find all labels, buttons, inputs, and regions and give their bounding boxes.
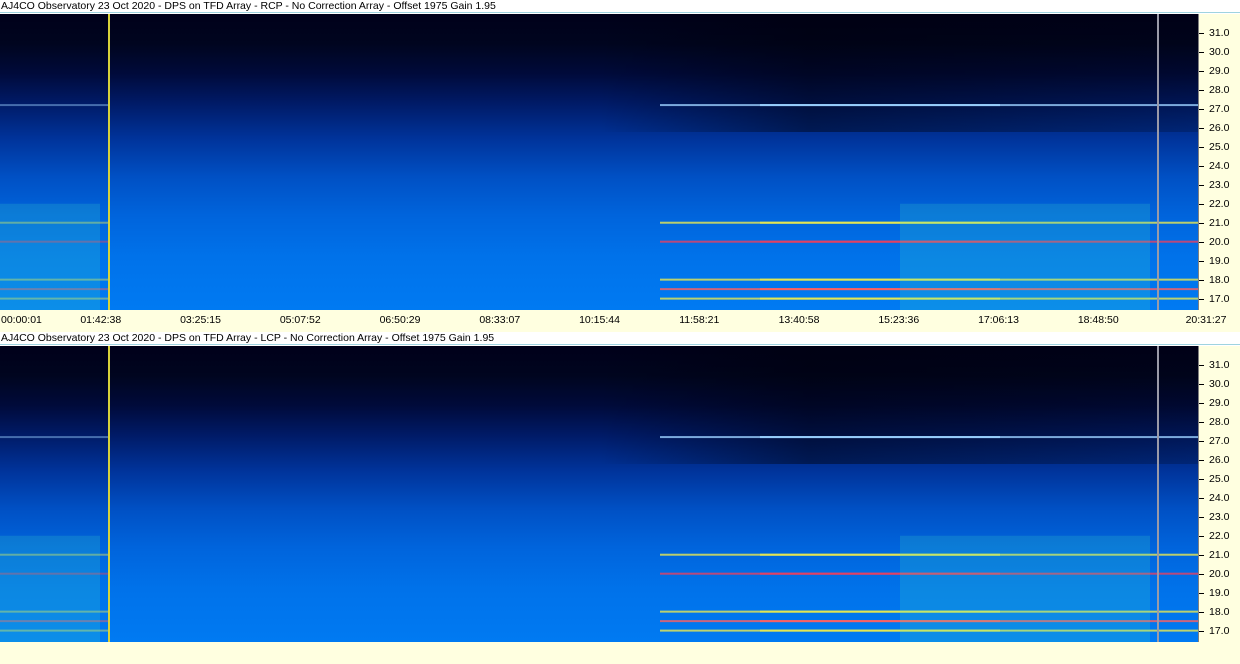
emission-glow [0, 203, 100, 310]
y-tick-label: 28.0 [1209, 83, 1230, 96]
y-tick-label: 25.0 [1209, 472, 1230, 485]
y-tick-label: 18.0 [1209, 273, 1230, 286]
x-tick-label: 08:33:07 [479, 314, 521, 326]
time-marker-yellow[interactable] [108, 346, 110, 642]
y-tick [1199, 592, 1204, 594]
y-tick-label: 27.0 [1209, 102, 1230, 115]
y-tick [1199, 383, 1204, 385]
bottom-strip [0, 642, 1240, 664]
y-tick-label: 28.0 [1209, 415, 1230, 428]
y-tick [1199, 203, 1204, 205]
y-tick [1199, 298, 1204, 300]
y-tick-label: 24.0 [1209, 159, 1230, 172]
y-tick [1199, 630, 1204, 632]
x-tick-label: 01:42:38 [80, 314, 122, 326]
y-tick-label: 20.0 [1209, 567, 1230, 580]
x-tick-label: 10:15:44 [579, 314, 620, 326]
y-tick [1199, 108, 1204, 110]
y-tick [1199, 573, 1204, 575]
x-tick-label: 06:50:29 [379, 314, 421, 326]
y-tick [1199, 279, 1204, 281]
emission-band [760, 104, 1000, 107]
y-tick [1199, 89, 1204, 91]
y-tick-label: 25.0 [1209, 140, 1230, 153]
rcp-bands [0, 104, 1198, 310]
y-tick-label: 22.0 [1209, 529, 1230, 542]
y-tick-label: 17.0 [1209, 292, 1230, 305]
y-tick [1199, 611, 1204, 613]
emission-band [0, 104, 110, 107]
time-marker-yellow[interactable] [108, 14, 110, 310]
y-tick-label: 26.0 [1209, 121, 1230, 134]
y-tick [1199, 32, 1204, 34]
lcp-bands [0, 436, 1198, 642]
y-tick-label: 26.0 [1209, 453, 1230, 466]
y-tick-label: 31.0 [1209, 26, 1230, 39]
frequency-axis-lcp: 31.0 30.0 29.0 28.0 27.0 26.0 25.0 24.0 23.0 22.0… [1198, 346, 1240, 642]
x-tick-label: 18:48:50 [1077, 314, 1119, 326]
x-tick-label: 15:23:36 [878, 314, 920, 326]
x-tick-label: 13:40:58 [778, 314, 820, 326]
x-tick-label: 03:25:15 [180, 314, 221, 326]
y-tick-label: 30.0 [1209, 377, 1230, 390]
y-tick-label: 18.0 [1209, 605, 1230, 618]
y-tick-label: 19.0 [1209, 254, 1230, 267]
y-tick-label: 21.0 [1209, 548, 1230, 561]
spectrogram-rcp[interactable] [0, 14, 1198, 310]
y-tick [1199, 146, 1204, 148]
y-tick [1199, 165, 1204, 167]
y-tick [1199, 70, 1204, 72]
y-tick [1199, 554, 1204, 556]
y-tick [1199, 364, 1204, 366]
x-tick-label: 00:00:01 [1, 314, 42, 326]
panel-title-rcp: AJ4CO Observatory 23 Oct 2020 - DPS on T… [0, 0, 1240, 13]
y-tick-label: 30.0 [1209, 45, 1230, 58]
emission-band [0, 436, 110, 439]
emission-glow [0, 535, 100, 642]
y-tick [1199, 497, 1204, 499]
time-marker-grey[interactable] [1157, 346, 1159, 642]
y-tick [1199, 459, 1204, 461]
y-tick-label: 27.0 [1209, 434, 1230, 447]
frequency-axis-rcp: 31.0 30.0 29.0 28.0 27.0 26.0 25.0 24.0 23.0 22.0… [1198, 14, 1240, 310]
y-tick-label: 29.0 [1209, 396, 1230, 409]
y-tick-label: 24.0 [1209, 491, 1230, 504]
y-tick [1199, 535, 1204, 537]
y-tick [1199, 222, 1204, 224]
y-tick [1199, 260, 1204, 262]
time-marker-grey[interactable] [1157, 14, 1159, 310]
emission-glow [900, 535, 1150, 642]
x-tick-label: 11:58:21 [679, 314, 720, 326]
y-tick-label: 22.0 [1209, 197, 1230, 210]
y-tick [1199, 241, 1204, 243]
time-axis: 00:00:01 01:42:38 03:25:15 05:07:52 06:50:29… [0, 310, 1240, 332]
y-tick-label: 17.0 [1209, 624, 1230, 637]
y-tick [1199, 478, 1204, 480]
y-tick-label: 21.0 [1209, 216, 1230, 229]
y-tick [1199, 184, 1204, 186]
y-tick [1199, 127, 1204, 129]
spectrogram-lcp[interactable] [0, 346, 1198, 642]
y-tick [1199, 421, 1204, 423]
y-tick-label: 29.0 [1209, 64, 1230, 77]
x-tick-label: 17:06:13 [978, 314, 1019, 326]
x-tick-label: 20:31:27 [1185, 314, 1227, 326]
x-tick-label: 05:07:52 [279, 314, 321, 326]
y-tick-label: 31.0 [1209, 358, 1230, 371]
y-tick-label: 23.0 [1209, 510, 1230, 523]
panel-title-lcp: AJ4CO Observatory 23 Oct 2020 - DPS on T… [0, 332, 1240, 345]
y-tick-label: 19.0 [1209, 586, 1230, 599]
y-tick [1199, 51, 1204, 53]
emission-band [760, 436, 1000, 439]
y-tick [1199, 440, 1204, 442]
y-tick-label: 20.0 [1209, 235, 1230, 248]
emission-glow [900, 203, 1150, 310]
y-tick [1199, 402, 1204, 404]
y-tick-label: 23.0 [1209, 178, 1230, 191]
y-tick [1199, 516, 1204, 518]
